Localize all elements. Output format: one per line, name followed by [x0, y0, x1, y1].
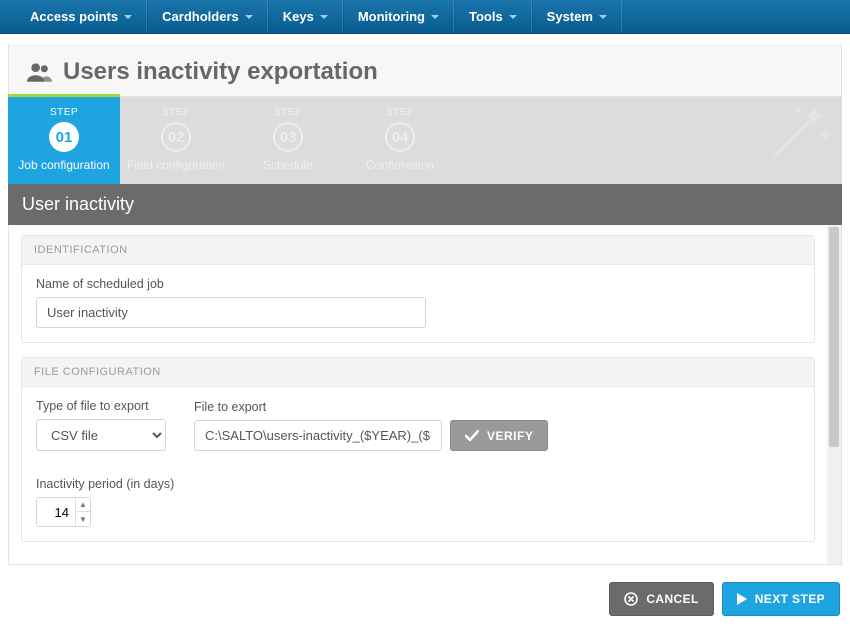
- chevron-down-icon: [245, 15, 253, 19]
- job-name-input[interactable]: [36, 297, 426, 328]
- scroll-thumb[interactable]: [829, 227, 839, 447]
- stepper-down-icon[interactable]: ▼: [76, 512, 90, 526]
- step-schedule[interactable]: STEP 03 Schedule: [232, 97, 344, 184]
- page-title: Users inactivity exportation: [63, 58, 378, 86]
- nav-label: Access points: [30, 9, 118, 24]
- step-name: Confirmation: [350, 158, 450, 172]
- footer-actions: CANCEL NEXT STEP: [609, 582, 840, 616]
- cancel-label: CANCEL: [646, 592, 698, 606]
- check-icon: [465, 430, 479, 442]
- step-word: STEP: [350, 107, 450, 118]
- step-number: 03: [273, 122, 303, 152]
- wizard-steps: STEP 01 Job configuration STEP 02 Field …: [8, 97, 842, 184]
- nav-cardholders[interactable]: Cardholders: [147, 0, 268, 33]
- users-icon: [27, 62, 53, 82]
- content-area: IDENTIFICATION Name of scheduled job FIL…: [8, 225, 842, 565]
- top-nav: Access points Cardholders Keys Monitorin…: [0, 0, 850, 34]
- step-name: Schedule: [238, 158, 338, 172]
- chevron-down-icon: [124, 15, 132, 19]
- step-number: 04: [385, 122, 415, 152]
- nav-label: Monitoring: [358, 9, 425, 24]
- step-field-configuration[interactable]: STEP 02 Field configuration: [120, 97, 232, 184]
- type-label: Type of file to export: [36, 399, 166, 413]
- stepper-up-icon[interactable]: ▲: [76, 498, 90, 512]
- nav-monitoring[interactable]: Monitoring: [343, 0, 454, 33]
- identification-panel: IDENTIFICATION Name of scheduled job: [21, 235, 815, 343]
- chevron-down-icon: [599, 15, 607, 19]
- step-number: 01: [49, 122, 79, 152]
- chevron-down-icon: [320, 15, 328, 19]
- next-label: NEXT STEP: [755, 592, 825, 606]
- page-title-bar: Users inactivity exportation: [8, 44, 842, 97]
- wand-icon: [764, 103, 834, 170]
- inactivity-label: Inactivity period (in days): [36, 477, 800, 491]
- file-label: File to export: [194, 400, 548, 414]
- section-title: User inactivity: [8, 184, 842, 225]
- step-name: Job configuration: [14, 158, 114, 172]
- vertical-scrollbar[interactable]: [827, 225, 841, 564]
- file-type-select[interactable]: CSV file: [36, 419, 166, 451]
- nav-label: Keys: [283, 9, 314, 24]
- nav-access-points[interactable]: Access points: [16, 0, 147, 33]
- chevron-down-icon: [431, 15, 439, 19]
- step-word: STEP: [14, 107, 114, 118]
- next-step-button[interactable]: NEXT STEP: [722, 582, 840, 616]
- file-config-heading: FILE CONFIGURATION: [22, 358, 814, 387]
- step-job-configuration[interactable]: STEP 01 Job configuration: [8, 97, 120, 184]
- cancel-button[interactable]: CANCEL: [609, 582, 713, 616]
- step-number: 02: [161, 122, 191, 152]
- identification-heading: IDENTIFICATION: [22, 236, 814, 265]
- step-confirmation[interactable]: STEP 04 Confirmation: [344, 97, 456, 184]
- file-path-input[interactable]: [194, 420, 442, 451]
- nav-label: Tools: [469, 9, 503, 24]
- nav-system[interactable]: System: [532, 0, 622, 33]
- chevron-right-icon: [737, 593, 747, 605]
- step-name: Field configuration: [126, 158, 226, 172]
- nav-label: Cardholders: [162, 9, 239, 24]
- inactivity-stepper[interactable]: ▲ ▼: [36, 497, 91, 527]
- nav-label: System: [547, 9, 593, 24]
- inactivity-input[interactable]: [37, 498, 75, 526]
- file-config-panel: FILE CONFIGURATION Type of file to expor…: [21, 357, 815, 542]
- step-word: STEP: [238, 107, 338, 118]
- nav-tools[interactable]: Tools: [454, 0, 532, 33]
- step-word: STEP: [126, 107, 226, 118]
- close-circle-icon: [624, 592, 638, 606]
- nav-keys[interactable]: Keys: [268, 0, 343, 33]
- verify-button[interactable]: VERIFY: [450, 420, 548, 451]
- chevron-down-icon: [509, 15, 517, 19]
- name-label: Name of scheduled job: [36, 277, 800, 291]
- verify-label: VERIFY: [487, 429, 533, 443]
